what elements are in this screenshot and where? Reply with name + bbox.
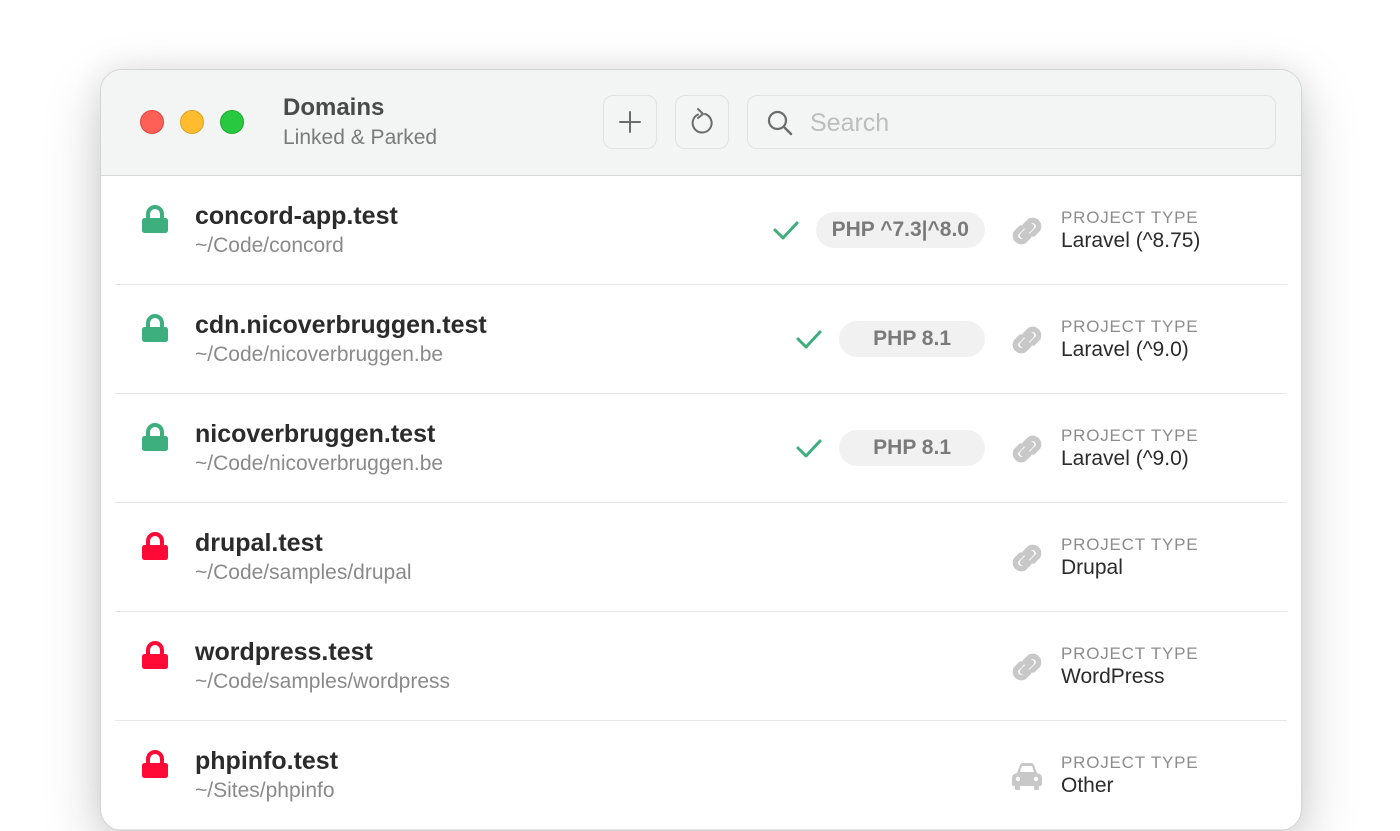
minimize-window-button[interactable]	[180, 110, 204, 134]
domain-row-5[interactable]: phpinfo.test ~/Sites/phpinfo PROJECT TYP…	[115, 721, 1287, 830]
domain-row-3[interactable]: drupal.test ~/Code/samples/drupal PROJEC…	[115, 503, 1287, 612]
car-icon	[1008, 757, 1046, 800]
domain-path: ~/Code/samples/wordpress	[195, 670, 451, 693]
project-type-value: Drupal	[1061, 556, 1123, 579]
project-type-label: PROJECT TYPE	[1061, 644, 1199, 663]
search-field[interactable]	[747, 95, 1276, 149]
domain-path: ~/Code/samples/drupal	[195, 561, 412, 584]
php-status: PHP 8.1	[795, 321, 985, 357]
project-type-value: Laravel (^8.75)	[1061, 229, 1201, 252]
domain-path: ~/Code/concord	[195, 234, 344, 257]
link-icon	[1008, 430, 1046, 473]
domain-path: ~/Sites/phpinfo	[195, 779, 335, 802]
project-type-value: Laravel (^9.0)	[1061, 338, 1189, 361]
checkmark-icon	[796, 439, 822, 458]
search-input[interactable]	[808, 104, 1262, 142]
domain-list: concord-app.test ~/Code/concord PHP ^7.3…	[101, 176, 1301, 830]
maximize-window-button[interactable]	[220, 110, 244, 134]
php-status: PHP 8.1	[795, 430, 985, 466]
plus-icon	[619, 111, 641, 133]
window-title: Domains	[283, 94, 385, 121]
project-type-label: PROJECT TYPE	[1061, 317, 1199, 336]
php-version-badge[interactable]: PHP 8.1	[839, 430, 985, 466]
add-domain-button[interactable]	[603, 95, 657, 149]
domain-name: cdn.nicoverbruggen.test	[195, 311, 487, 339]
project-type-value: WordPress	[1061, 665, 1165, 688]
project-type-label: PROJECT TYPE	[1061, 208, 1199, 227]
link-icon	[1008, 648, 1046, 691]
refresh-button[interactable]	[675, 95, 729, 149]
domain-name: phpinfo.test	[195, 747, 339, 775]
lock-insecure-icon	[140, 531, 170, 566]
domain-row-4[interactable]: wordpress.test ~/Code/samples/wordpress …	[115, 612, 1287, 721]
lock-insecure-icon	[140, 640, 170, 675]
domain-path: ~/Code/nicoverbruggen.be	[195, 343, 444, 366]
title-bar: Domains Linked & Parked	[101, 70, 1301, 176]
domain-row-2[interactable]: nicoverbruggen.test ~/Code/nicoverbrugge…	[115, 394, 1287, 503]
project-type-label: PROJECT TYPE	[1061, 535, 1199, 554]
project-type-label: PROJECT TYPE	[1061, 753, 1199, 772]
project-type-label: PROJECT TYPE	[1061, 426, 1199, 445]
domain-name: drupal.test	[195, 529, 323, 557]
lock-insecure-icon	[140, 749, 170, 784]
refresh-icon	[691, 108, 713, 134]
lock-secure-icon	[140, 204, 170, 239]
php-status: PHP ^7.3|^8.0	[772, 212, 985, 248]
link-icon	[1008, 539, 1046, 582]
project-type-value: Other	[1061, 774, 1114, 797]
lock-secure-icon	[140, 422, 170, 457]
domain-row-0[interactable]: concord-app.test ~/Code/concord PHP ^7.3…	[115, 176, 1287, 285]
project-type-value: Laravel (^9.0)	[1061, 447, 1189, 470]
link-icon	[1008, 212, 1046, 255]
domain-name: concord-app.test	[195, 202, 398, 230]
checkmark-icon	[796, 330, 822, 349]
link-icon	[1008, 321, 1046, 364]
php-version-badge[interactable]: PHP 8.1	[839, 321, 985, 357]
domain-name: nicoverbruggen.test	[195, 420, 436, 448]
search-icon	[767, 110, 793, 136]
domain-row-1[interactable]: cdn.nicoverbruggen.test ~/Code/nicoverbr…	[115, 285, 1287, 394]
checkmark-icon	[773, 221, 799, 240]
close-window-button[interactable]	[140, 110, 164, 134]
domain-path: ~/Code/nicoverbruggen.be	[195, 452, 444, 475]
lock-secure-icon	[140, 313, 170, 348]
window-subtitle: Linked & Parked	[283, 126, 438, 149]
domains-window: Domains Linked & Parked Search concord-a…	[100, 69, 1302, 831]
php-version-badge[interactable]: PHP ^7.3|^8.0	[815, 212, 985, 248]
domain-name: wordpress.test	[195, 638, 373, 666]
